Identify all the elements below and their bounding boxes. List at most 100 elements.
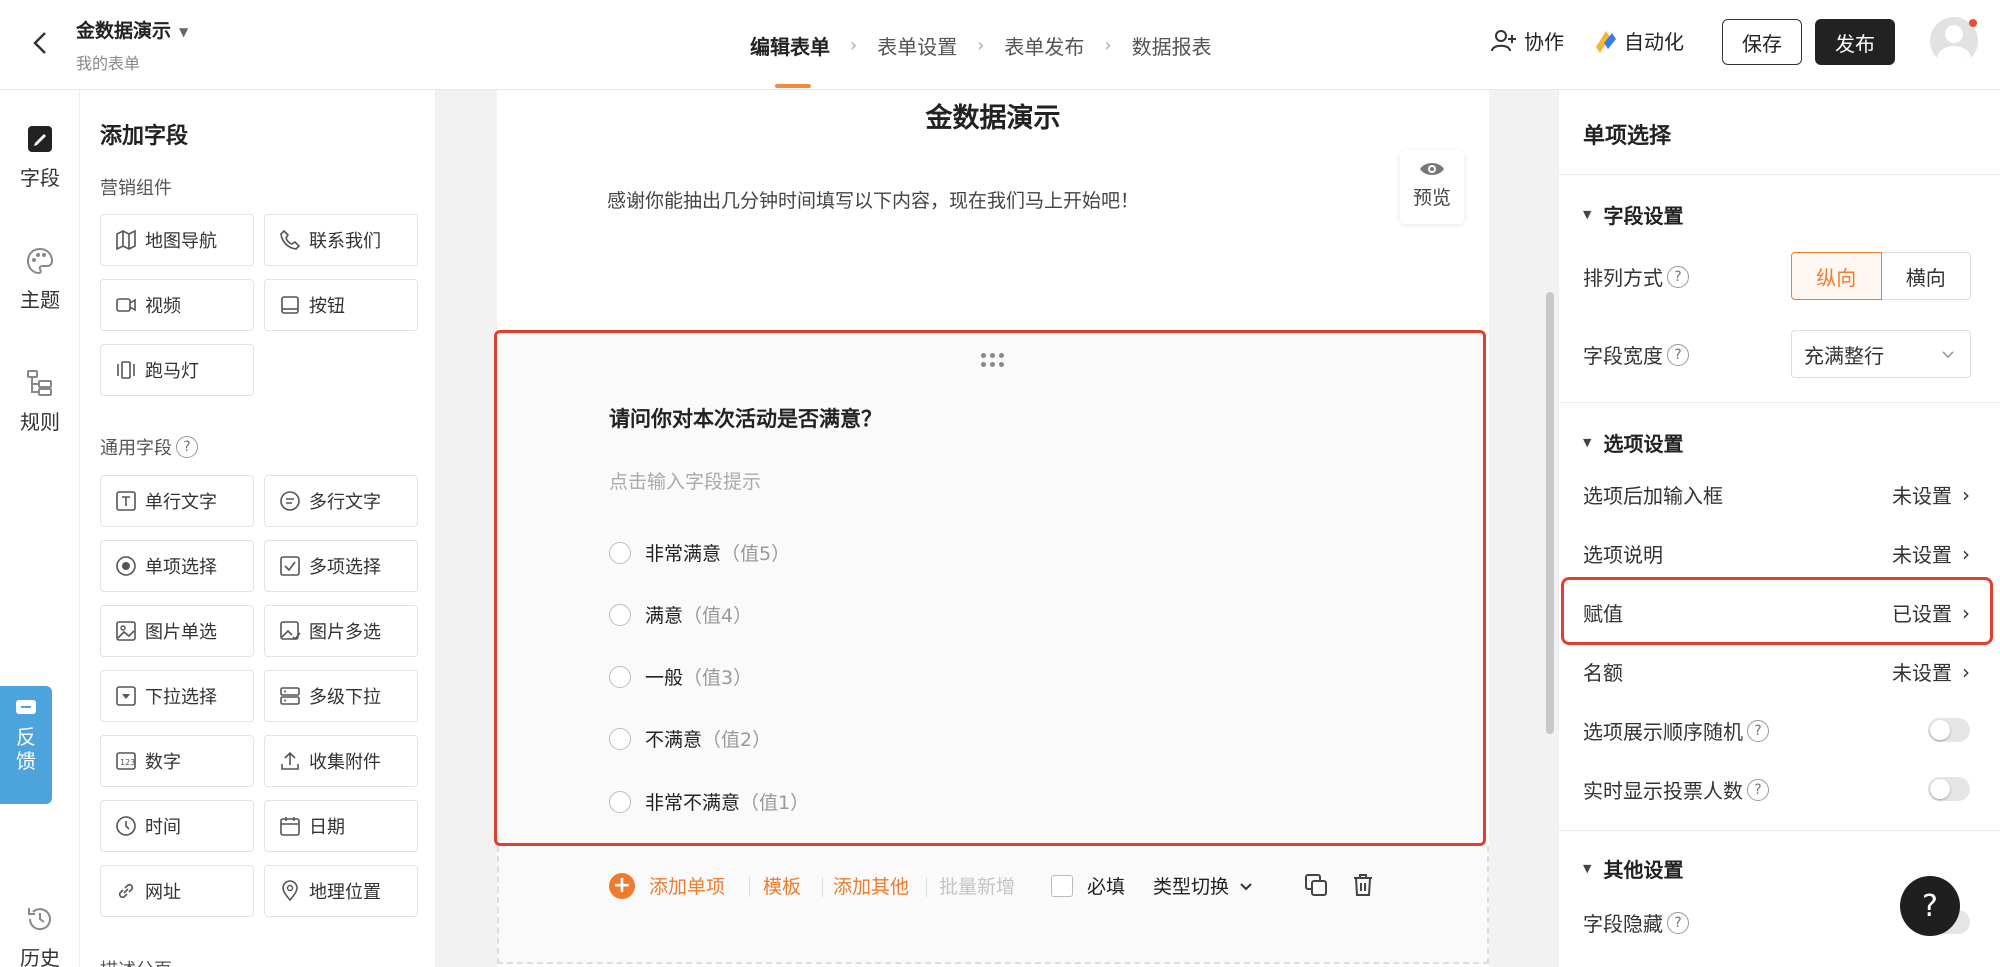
question-hint[interactable]: 点击输入字段提示 (609, 467, 761, 494)
field-image-multi[interactable]: 图片多选 (264, 605, 418, 657)
canvas-scrollbar[interactable] (1546, 292, 1554, 734)
field-palette: 添加字段 营销组件 地图导航 联系我们 视频 按钮 跑马灯 通用字段? 单行文字… (80, 90, 436, 967)
template-button[interactable]: 模板 (763, 872, 801, 899)
step-edit-form[interactable]: 编辑表单 (750, 0, 830, 90)
selected-field-card[interactable]: 请问你对本次活动是否满意？ 点击输入字段提示 非常满意 （值5） 满意 （值4） 一… (494, 330, 1486, 846)
field-image-single[interactable]: 图片单选 (100, 605, 254, 657)
text-icon (116, 491, 136, 511)
location-pin-icon (282, 880, 298, 902)
help-icon[interactable]: ? (176, 436, 198, 458)
radio-icon[interactable] (609, 727, 631, 750)
help-icon[interactable]: ? (1747, 778, 1769, 801)
preview-button[interactable]: 预览 (1400, 150, 1464, 224)
option-item[interactable]: 不满意 （值2） (609, 725, 771, 752)
option-item[interactable]: 满意 （值4） (609, 601, 752, 628)
step-form-publish[interactable]: 表单发布 (1004, 0, 1084, 90)
random-order-toggle[interactable] (1928, 718, 1970, 742)
question-title[interactable]: 请问你对本次活动是否满意？ (609, 403, 882, 433)
field-location[interactable]: 地理位置 (264, 865, 418, 917)
chevron-right-icon: › (1962, 482, 1970, 507)
rail-item-theme[interactable]: 主题 (0, 246, 80, 313)
option-input-value[interactable]: 未设置 › (1892, 480, 1970, 509)
field-time[interactable]: 时间 (100, 800, 254, 852)
width-select[interactable]: 充满整行 (1791, 330, 1971, 378)
field-button[interactable]: 按钮 (264, 279, 418, 331)
help-icon[interactable]: ? (1667, 265, 1689, 288)
rail-item-history[interactable]: 历史 (0, 904, 80, 967)
left-rail: 字段 主题 规则 历史 (0, 90, 80, 967)
chevron-right-icon: › (1962, 541, 1970, 566)
layout-horizontal-option[interactable]: 横向 (1881, 252, 1971, 300)
form-description[interactable]: 感谢你能抽出几分钟时间填写以下内容，现在我们马上开始吧！ (607, 186, 1139, 213)
field-contact-us[interactable]: 联系我们 (264, 214, 418, 266)
divider (1559, 830, 2000, 831)
option-item[interactable]: 非常不满意 （值1） (609, 788, 809, 815)
chevron-right-icon: › (850, 34, 858, 56)
form-title[interactable]: 金数据演示 ▼ (76, 16, 188, 43)
radio-icon[interactable] (609, 790, 631, 813)
chevron-down-icon (1240, 882, 1252, 890)
caret-down-icon: ▼ (179, 24, 189, 39)
section-field-settings[interactable]: ▼ 字段设置 (1583, 200, 1683, 229)
radio-icon[interactable] (609, 665, 631, 688)
dropdown-icon (116, 686, 136, 706)
hide-field-label: 字段隐藏? (1583, 908, 1689, 937)
width-label: 字段宽度? (1583, 340, 1689, 369)
edit-icon (28, 126, 52, 152)
show-votes-toggle[interactable] (1928, 777, 1970, 801)
checkbox-icon[interactable] (1051, 874, 1073, 897)
option-item[interactable]: 非常满意 （值5） (609, 539, 790, 566)
quota-value[interactable]: 未设置 › (1892, 657, 1970, 686)
save-button[interactable]: 保存 (1722, 19, 1802, 65)
drag-handle-icon[interactable] (981, 353, 1004, 367)
back-icon[interactable] (24, 26, 58, 60)
chevron-right-icon: › (1962, 659, 1970, 684)
radio-icon[interactable] (609, 541, 631, 564)
eye-icon (1420, 163, 1444, 175)
field-attachment[interactable]: 收集附件 (264, 735, 418, 787)
field-date[interactable]: 日期 (264, 800, 418, 852)
help-icon[interactable]: ? (1747, 719, 1769, 742)
chevron-down-icon (1942, 351, 1954, 359)
field-url[interactable]: 网址 (100, 865, 254, 917)
form-breadcrumb[interactable]: 我的表单 (76, 50, 140, 74)
field-marquee[interactable]: 跑马灯 (100, 344, 254, 396)
delete-icon[interactable] (1351, 872, 1375, 898)
image-icon (116, 621, 136, 641)
field-multi-choice[interactable]: 多项选择 (264, 540, 418, 592)
form-heading[interactable]: 金数据演示 (497, 96, 1489, 135)
rail-item-rules[interactable]: 规则 (0, 368, 80, 435)
add-other-button[interactable]: 添加其他 (833, 872, 909, 899)
help-fab-button[interactable]: ? (1900, 876, 1960, 936)
field-multi-line[interactable]: 多行文字 (264, 475, 418, 527)
add-option-button[interactable]: + 添加单项 (609, 872, 725, 899)
field-cascade-dropdown[interactable]: 多级下拉 (264, 670, 418, 722)
field-single-choice[interactable]: 单项选择 (100, 540, 254, 592)
help-icon[interactable]: ? (1667, 911, 1689, 934)
field-map-nav[interactable]: 地图导航 (100, 214, 254, 266)
option-item[interactable]: 一般 （值3） (609, 663, 752, 690)
layout-vertical-option[interactable]: 纵向 (1791, 252, 1882, 300)
step-form-settings[interactable]: 表单设置 (877, 0, 957, 90)
field-dropdown[interactable]: 下拉选择 (100, 670, 254, 722)
automation-button[interactable]: 自动化 (1592, 26, 1684, 55)
field-number[interactable]: 123 数字 (100, 735, 254, 787)
link-icon (118, 883, 134, 899)
publish-button[interactable]: 发布 (1815, 19, 1895, 65)
radio-icon[interactable] (609, 603, 631, 626)
section-option-settings[interactable]: ▼ 选项设置 (1583, 428, 1683, 457)
rail-item-fields[interactable]: 字段 (0, 124, 80, 191)
field-video[interactable]: 视频 (100, 279, 254, 331)
feedback-button[interactable]: 反馈 (0, 686, 52, 804)
copy-icon[interactable] (1303, 872, 1329, 898)
field-single-line[interactable]: 单行文字 (100, 475, 254, 527)
quota-label: 名额 (1583, 661, 1623, 685)
section-other-settings[interactable]: ▼ 其他设置 (1583, 854, 1683, 883)
batch-add-button[interactable]: 批量新增 (939, 872, 1015, 899)
step-data-report[interactable]: 数据报表 (1132, 0, 1212, 90)
required-checkbox[interactable]: 必填 (1051, 872, 1125, 899)
option-desc-value[interactable]: 未设置 › (1892, 539, 1970, 568)
type-switch-dropdown[interactable]: 类型切换 (1153, 872, 1255, 899)
help-icon[interactable]: ? (1667, 343, 1689, 366)
collab-button[interactable]: 协作 (1490, 26, 1564, 55)
